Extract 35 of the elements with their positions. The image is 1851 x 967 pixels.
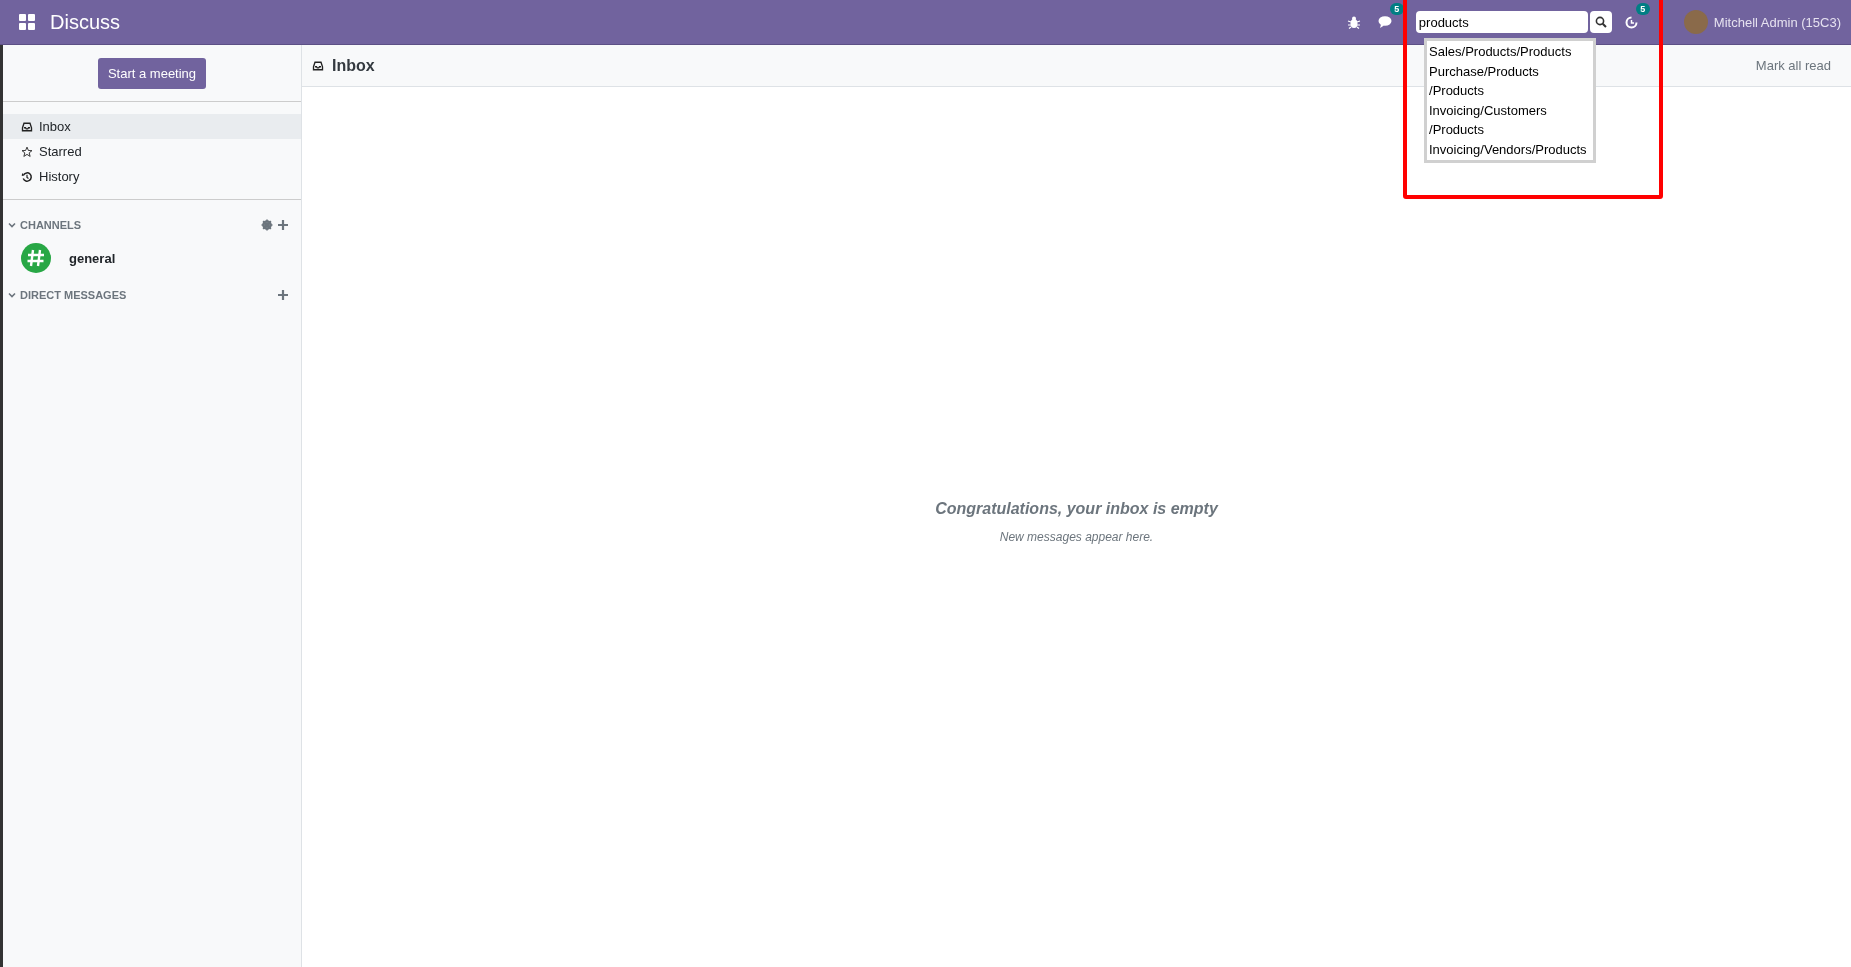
suggestion-item[interactable]: Sales/Products/Products xyxy=(1429,42,1591,62)
inbox-icon xyxy=(21,120,33,133)
sidebar-item[interactable]: Starred xyxy=(3,139,301,164)
history-icon xyxy=(21,170,33,183)
empty-text: New messages appear here. xyxy=(999,530,1154,544)
sidebar-item[interactable]: Inbox xyxy=(3,114,301,139)
user-name[interactable]: Mitchell Admin (15C3) xyxy=(1713,14,1841,30)
section-title: DIRECT MESSAGES xyxy=(20,289,127,301)
search-icon xyxy=(1594,16,1607,28)
channel-name[interactable]: general xyxy=(69,250,116,266)
chevron-icon[interactable] xyxy=(7,290,17,300)
search-button[interactable] xyxy=(1589,11,1612,33)
search-field[interactable]: products xyxy=(1415,11,1588,33)
apps-menu-icon[interactable] xyxy=(18,13,36,31)
activity-badge: 5 xyxy=(1635,3,1650,15)
suggestion-item[interactable]: Purchase/Products/Products xyxy=(1429,61,1591,101)
add-icon[interactable] xyxy=(277,289,289,301)
channel-icon xyxy=(21,243,51,273)
chat-badge: 5 xyxy=(1389,3,1404,15)
settings-icon[interactable] xyxy=(261,219,273,231)
empty-title: Congratulations, your inbox is empty xyxy=(935,500,1218,518)
sidebar-item[interactable]: History xyxy=(3,164,301,189)
add-icon[interactable] xyxy=(277,219,289,231)
chat-icon[interactable] xyxy=(1377,15,1394,29)
app-title: Discuss xyxy=(50,10,120,34)
section-title: CHANNELS xyxy=(20,219,82,231)
clock-icon[interactable] xyxy=(1624,14,1640,30)
inbox-icon xyxy=(312,59,324,72)
star-icon xyxy=(21,145,33,158)
suggestion-item[interactable]: Invoicing/Vendors/Products xyxy=(1429,139,1591,159)
suggestion-item[interactable]: Invoicing/Customers/Products xyxy=(1429,100,1591,140)
chevron-icon[interactable] xyxy=(7,220,17,230)
thread-title: Inbox xyxy=(332,56,375,75)
start-meeting-button[interactable]: Start a meeting xyxy=(97,57,207,89)
bug-icon[interactable] xyxy=(1346,15,1361,29)
